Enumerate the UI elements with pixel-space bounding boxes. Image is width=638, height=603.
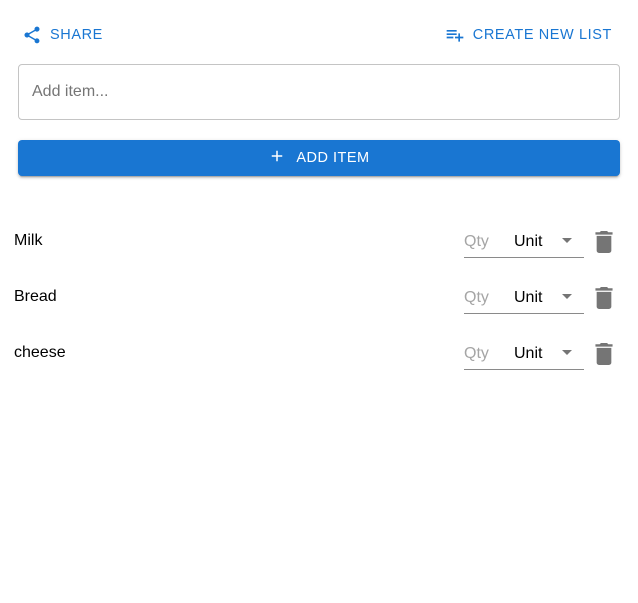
item-name: cheese [14, 344, 66, 361]
toolbar: SHARE CREATE NEW LIST [0, 0, 638, 70]
add-item-button[interactable]: ADD ITEM [18, 140, 620, 176]
unit-select[interactable]: Unit [514, 340, 584, 368]
list-item: Milk Qty Unit [0, 214, 638, 270]
qty-unit-group: Qty Unit [464, 284, 584, 314]
delete-icon[interactable] [595, 231, 613, 253]
add-item-field [18, 64, 620, 120]
qty-input[interactable]: Qty [464, 340, 508, 368]
create-new-list-label: CREATE NEW LIST [472, 27, 612, 43]
qty-unit-group: Qty Unit [464, 228, 584, 258]
unit-value: Unit [514, 345, 543, 362]
delete-icon[interactable] [595, 343, 613, 365]
playlist-add-icon [445, 25, 465, 45]
dropdown-arrow-icon [562, 350, 572, 355]
qty-input[interactable]: Qty [464, 284, 508, 312]
share-label: SHARE [50, 27, 103, 43]
item-name: Bread [14, 288, 57, 305]
list-item: cheese Qty Unit [0, 326, 638, 382]
unit-select[interactable]: Unit [514, 284, 584, 312]
item-name: Milk [14, 232, 43, 249]
add-item-input[interactable] [19, 65, 619, 119]
unit-value: Unit [514, 289, 543, 306]
create-new-list-button[interactable]: CREATE NEW LIST [445, 22, 612, 48]
shopping-list: Milk Qty Unit Bread Qty Unit cheese Qty [0, 214, 638, 382]
qty-input[interactable]: Qty [464, 228, 508, 256]
plus-icon [268, 147, 286, 169]
share-icon [22, 25, 42, 45]
delete-icon[interactable] [595, 287, 613, 309]
dropdown-arrow-icon [562, 238, 572, 243]
dropdown-arrow-icon [562, 294, 572, 299]
share-button[interactable]: SHARE [22, 22, 103, 48]
unit-value: Unit [514, 233, 543, 250]
add-item-label: ADD ITEM [296, 150, 370, 166]
unit-select[interactable]: Unit [514, 228, 584, 256]
qty-unit-group: Qty Unit [464, 340, 584, 370]
list-item: Bread Qty Unit [0, 270, 638, 326]
